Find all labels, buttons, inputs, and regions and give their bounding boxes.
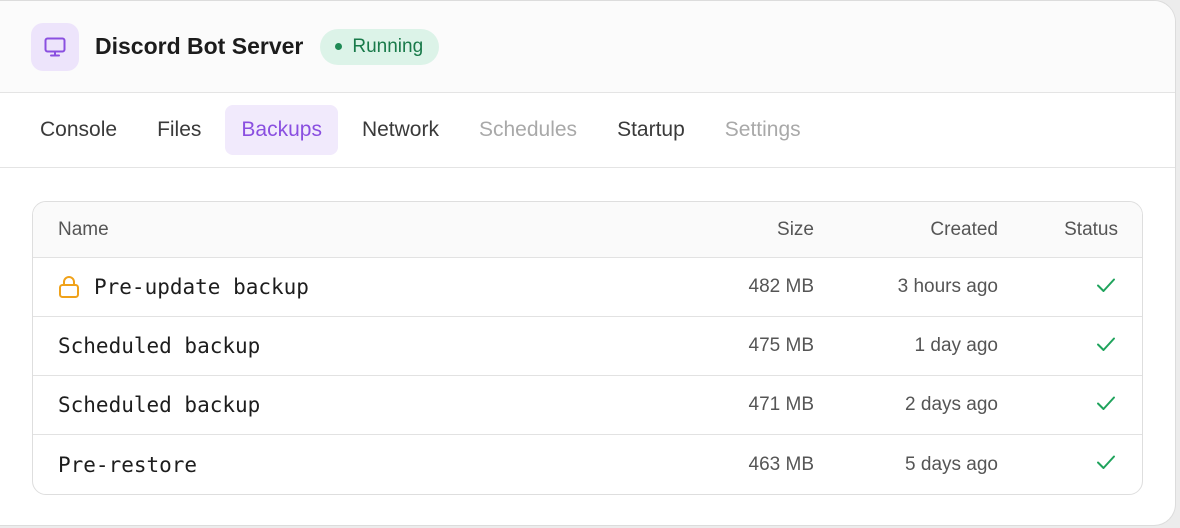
backup-size: 471 MB [748,394,814,415]
table-row[interactable]: Pre-update backup 482 MB 3 hours ago [33,258,1142,317]
tab-files[interactable]: Files [141,105,217,155]
backup-name: Pre-restore [58,452,198,477]
tab-console[interactable]: Console [24,105,133,155]
column-header-name[interactable]: Name [33,219,673,241]
backup-created: 3 hours ago [897,276,998,297]
backup-size: 475 MB [748,335,814,356]
column-header-size[interactable]: Size [673,219,814,241]
table-row[interactable]: Scheduled backup 471 MB 2 days ago [33,376,1142,435]
tab-settings: Settings [724,118,801,141]
check-icon [998,336,1118,352]
server-window: Discord Bot Server Running Console Files… [0,0,1176,526]
backup-status [998,395,1118,416]
backup-created: 1 day ago [914,335,998,356]
tab-startup[interactable]: Startup [601,105,701,155]
backup-name: Scheduled backup [58,393,261,417]
tab-schedules: Schedules [478,118,578,141]
lock-icon [58,275,80,299]
tab-network[interactable]: Network [346,105,455,155]
backup-status [998,277,1118,298]
check-icon [998,277,1118,293]
status-dot-icon [335,43,343,50]
tab-backups[interactable]: Backups [225,105,338,155]
backup-size: 463 MB [748,453,814,475]
table-row[interactable]: Pre-restore 463 MB 5 days ago [33,435,1142,494]
backups-table: Name Size Created Status Pre-update back… [32,201,1143,495]
check-icon [998,395,1118,411]
server-header: Discord Bot Server Running [0,1,1175,93]
monitor-icon [31,22,79,71]
server-title: Discord Bot Server [95,33,304,59]
column-header-status[interactable]: Status [998,219,1118,241]
backup-status [998,336,1118,357]
table-row[interactable]: Scheduled backup 475 MB 1 day ago [33,317,1142,376]
tab-bar: Console Files Backups Network Schedules … [0,93,1175,168]
backup-size: 482 MB [748,276,814,297]
status-badge: Running [320,28,440,65]
backup-name: Pre-update backup [94,275,309,299]
backup-name: Scheduled backup [58,334,261,358]
column-header-created[interactable]: Created [814,219,998,241]
table-header: Name Size Created Status [33,202,1142,258]
backup-created: 2 days ago [905,394,998,415]
backup-created: 5 days ago [905,453,998,475]
status-label: Running [352,35,424,57]
backup-status [998,454,1118,475]
check-icon [998,454,1118,470]
